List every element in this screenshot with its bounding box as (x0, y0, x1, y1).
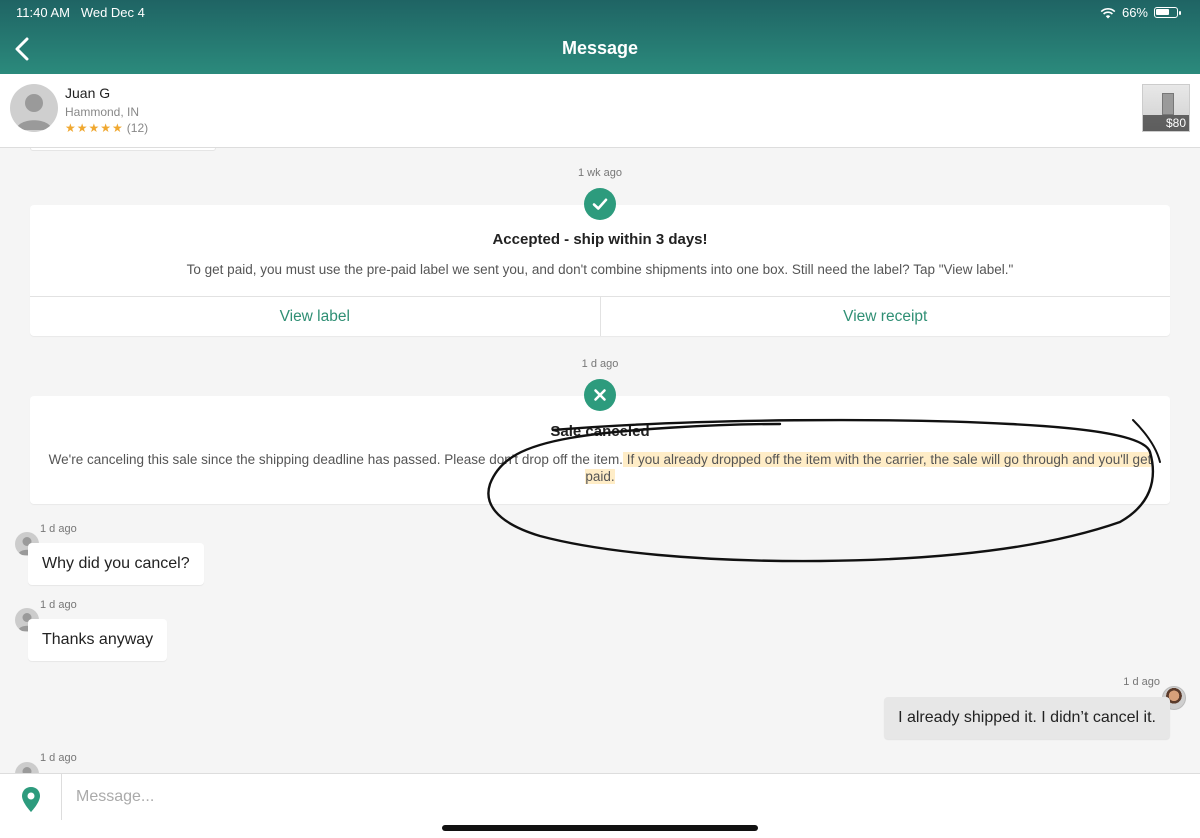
timestamp: 1 d ago (40, 752, 77, 764)
app-header: 11:40 AM Wed Dec 4 66% Message (0, 0, 1200, 74)
battery-percent: 66% (1121, 5, 1148, 20)
page-title: Message (561, 38, 639, 58)
status-indicators: 66% (1100, 5, 1181, 20)
user-location: Hammond, IN (65, 105, 140, 119)
conversation-user-bar: Juan G Hammond, IN ★★★★★ (12) $80 (0, 74, 1200, 148)
battery-icon (1154, 7, 1181, 18)
canceled-body-text: We're canceling this sale since the ship… (48, 452, 623, 467)
message-composer (0, 773, 1200, 838)
accepted-body: To get paid, you must use the pre-paid l… (186, 262, 1014, 277)
timestamp: 1 d ago (40, 523, 77, 535)
map-pin-icon (22, 787, 40, 812)
message-bubble[interactable]: Thanks anyway (28, 619, 168, 661)
status-date: Wed Dec 4 (80, 5, 145, 20)
canceled-card: Sale canceled We're canceling this sale … (30, 396, 1170, 504)
item-price: $80 (1143, 115, 1189, 131)
rating-count: (12) (126, 121, 149, 135)
message-bubble[interactable]: Why did you cancel? (28, 543, 204, 585)
accepted-actions: View label View receipt (30, 296, 1170, 336)
accepted-title: Accepted - ship within 3 days! (492, 231, 708, 248)
item-image (1162, 93, 1174, 115)
timestamp: 1 d ago (40, 599, 77, 611)
person-icon (16, 94, 52, 130)
view-receipt-button[interactable]: View receipt (599, 297, 1171, 336)
cancel-status-icon (584, 379, 616, 411)
item-thumbnail[interactable]: $80 (1142, 84, 1190, 132)
canceled-title: Sale canceled (550, 423, 650, 440)
check-status-icon (584, 188, 616, 220)
view-label-button[interactable]: View label (30, 297, 600, 336)
message-bubble-outgoing[interactable]: I already shipped it. I didn’t cancel it… (884, 697, 1170, 739)
check-icon (592, 198, 608, 210)
wifi-icon (1100, 7, 1116, 18)
status-time: 11:40 AM Wed Dec 4 (16, 5, 145, 20)
timestamp: 1 d ago (581, 358, 619, 370)
user-rating: ★★★★★ (12) (65, 121, 148, 135)
message-input[interactable] (76, 784, 1176, 810)
highlighted-text: If you already dropped off the item with… (585, 452, 1152, 484)
home-indicator[interactable] (442, 825, 758, 831)
previous-card-edge (30, 148, 216, 151)
canceled-body: We're canceling this sale since the ship… (30, 451, 1170, 485)
composer-divider (61, 774, 62, 820)
user-avatar[interactable] (10, 84, 58, 132)
location-button[interactable] (20, 786, 42, 814)
accepted-card: Accepted - ship within 3 days! To get pa… (30, 205, 1170, 336)
close-icon (594, 389, 606, 401)
star-rating-icon: ★★★★★ (65, 121, 124, 135)
timestamp: 1 wk ago (577, 167, 623, 179)
status-clock: 11:40 AM (16, 5, 70, 20)
timestamp: 1 d ago (1123, 676, 1160, 688)
user-name[interactable]: Juan G (65, 85, 110, 101)
